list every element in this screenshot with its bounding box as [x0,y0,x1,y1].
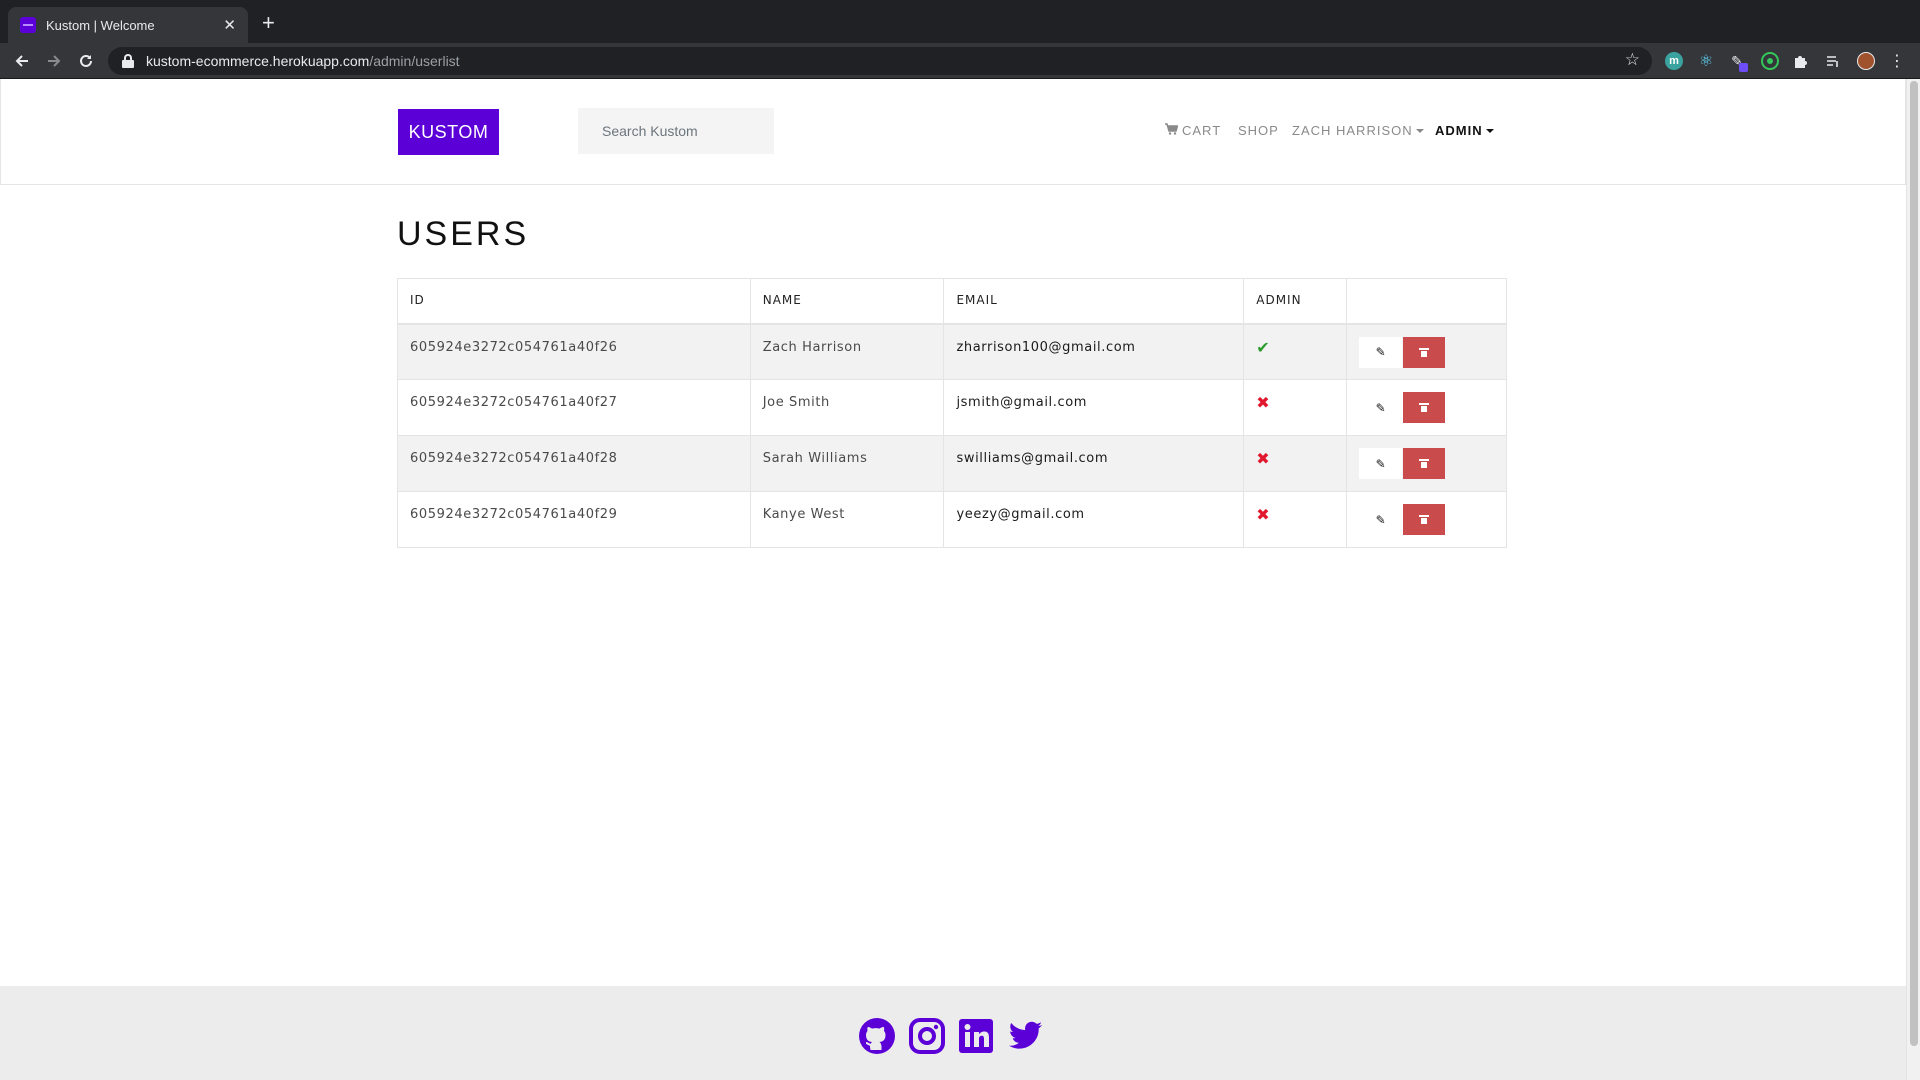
nav-user-label: ZACH HARRISON [1292,123,1413,138]
trash-icon [1419,459,1430,468]
user-name-cell: Sarah Williams [749,435,945,492]
nav-shop-link[interactable]: SHOP [1238,123,1279,138]
url-host: kustom-ecommerce.herokuapp.com [146,53,370,69]
profile-avatar[interactable] [1857,52,1875,70]
target-extension-icon[interactable] [1761,52,1779,70]
edit-user-button[interactable]: ✎ [1359,392,1403,423]
address-bar[interactable]: kustom-ecommerce.herokuapp.com/admin/use… [108,47,1652,75]
brand-logo[interactable]: KUSTOM [398,109,499,155]
new-tab-button[interactable]: + [262,12,275,34]
user-admin-cell: ✖ [1243,491,1348,548]
caret-down-icon [1415,128,1424,133]
user-name-cell: Kanye West [749,491,945,548]
column-header-id: ID [397,278,751,325]
nav-admin-label: ADMIN [1435,123,1483,138]
twitter-icon[interactable] [1005,1016,1045,1056]
user-admin-cell: ✔ [1243,323,1348,380]
scrollbar-thumb[interactable] [1910,81,1918,1046]
table-row: 605924e3272c054761a40f28 Sarah Williams … [397,435,1507,492]
user-id-cell: 605924e3272c054761a40f26 [397,323,751,380]
edit-icon: ✎ [1375,456,1386,471]
column-header-admin: ADMIN [1243,278,1348,325]
browser-tab-strip: Kustom | Welcome ✕ + [0,0,1920,43]
page-viewport: KUSTOM CART SHOP ZACH HARRISON ADMIN USE… [0,79,1920,1080]
nav-admin-dropdown[interactable]: ADMIN [1435,123,1494,138]
nav-shop-label: SHOP [1238,123,1279,138]
edit-user-button[interactable]: ✎ [1359,504,1403,535]
user-actions-cell: ✎ [1346,491,1507,548]
user-email-link[interactable]: jsmith@gmail.com [943,379,1245,436]
user-email-link[interactable]: swilliams@gmail.com [943,435,1245,492]
user-admin-cell: ✖ [1243,435,1348,492]
trash-icon [1419,347,1430,357]
check-icon: ✔ [1256,337,1271,357]
edit-icon: ✎ [1375,512,1386,527]
delete-user-button[interactable] [1403,336,1446,368]
column-header-actions [1346,278,1507,325]
user-email-link[interactable]: yeezy@gmail.com [943,491,1245,548]
delete-user-button[interactable] [1403,504,1446,535]
edit-icon: ✎ [1375,400,1386,415]
nav-user-dropdown[interactable]: ZACH HARRISON [1292,123,1424,138]
table-header-row: ID NAME EMAIL ADMIN [397,278,1507,325]
browser-toolbar: kustom-ecommerce.herokuapp.com/admin/use… [0,43,1920,79]
user-name-cell: Zach Harrison [749,323,945,380]
caret-down-icon [1485,128,1494,133]
user-id-cell: 605924e3272c054761a40f29 [397,491,751,548]
user-email-link[interactable]: zharrison100@gmail.com [943,323,1245,380]
table-row: 605924e3272c054761a40f26 Zach Harrison z… [397,323,1507,380]
cross-icon: ✖ [1256,393,1271,412]
site-header: KUSTOM CART SHOP ZACH HARRISON ADMIN [0,79,1906,185]
site-footer [0,986,1906,1080]
edit-user-button[interactable]: ✎ [1359,448,1403,479]
react-devtools-icon[interactable]: ⚛ [1697,52,1715,70]
tab-close-icon[interactable]: ✕ [223,18,236,33]
column-header-email: EMAIL [943,278,1245,325]
trash-icon [1419,515,1430,524]
user-name-cell: Joe Smith [749,379,945,436]
user-actions-cell: ✎ [1346,323,1507,380]
user-admin-cell: ✖ [1243,379,1348,436]
linkedin-icon[interactable] [956,1016,996,1056]
edit-icon: ✎ [1375,345,1386,359]
column-header-name: NAME [749,278,945,325]
user-actions-cell: ✎ [1346,435,1507,492]
user-actions-cell: ✎ [1346,379,1507,436]
delete-user-button[interactable] [1403,392,1446,423]
search-input[interactable] [578,108,774,154]
cart-icon [1165,123,1179,138]
forward-arrow-icon[interactable] [42,49,66,73]
bookmark-star-icon[interactable]: ☆ [1625,50,1640,70]
user-id-cell: 605924e3272c054761a40f27 [397,379,751,436]
pencil-extension-icon[interactable]: ✎ [1728,52,1748,72]
cross-icon: ✖ [1256,505,1271,524]
reading-list-icon[interactable] [1824,52,1842,70]
user-id-cell: 605924e3272c054761a40f28 [397,435,751,492]
instagram-icon[interactable] [907,1016,947,1056]
nav-cart-link[interactable]: CART [1165,123,1221,138]
table-row: 605924e3272c054761a40f29 Kanye West yeez… [397,491,1507,548]
users-table: ID NAME EMAIL ADMIN 605924e3272c054761a4… [397,278,1507,548]
reload-icon[interactable] [74,49,98,73]
tab-title: Kustom | Welcome [46,17,155,33]
extension-m-icon[interactable]: m [1665,52,1683,70]
edit-user-button[interactable]: ✎ [1359,336,1403,368]
extensions-puzzle-icon[interactable] [1792,52,1810,70]
kustom-favicon-icon [20,17,36,33]
browser-menu-icon[interactable]: ⋮ [1888,52,1906,70]
lock-icon [122,54,134,68]
browser-tab[interactable]: Kustom | Welcome ✕ [8,7,248,43]
nav-cart-label: CART [1182,123,1222,138]
page-title: USERS [397,215,530,253]
delete-user-button[interactable] [1403,448,1446,479]
trash-icon [1419,403,1430,412]
back-arrow-icon[interactable] [10,49,34,73]
table-row: 605924e3272c054761a40f27 Joe Smith jsmit… [397,379,1507,436]
cross-icon: ✖ [1256,449,1271,468]
github-icon[interactable] [857,1016,897,1056]
page-scrollbar[interactable] [1906,79,1920,1080]
url-path: /admin/userlist [369,53,460,69]
